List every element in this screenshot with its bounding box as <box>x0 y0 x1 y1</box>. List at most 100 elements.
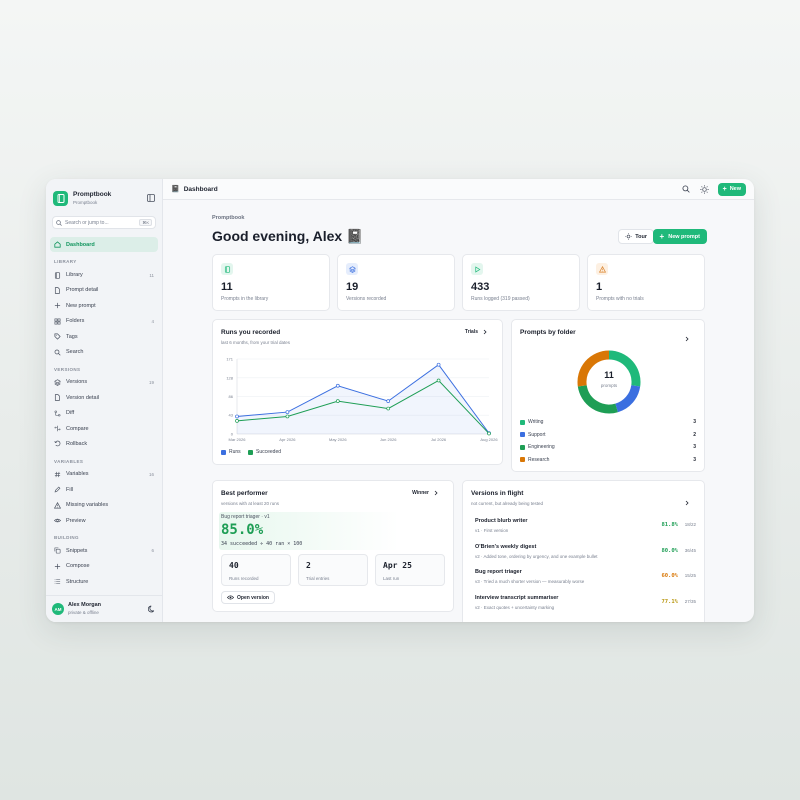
sidebar-item-label: Missing variables <box>66 502 109 509</box>
search-shortcut: ⌘K <box>139 219 152 226</box>
data-point-runs <box>335 383 340 388</box>
nav-section-building: BUILDING <box>54 535 79 541</box>
legend-swatch <box>520 444 525 450</box>
chevron-right-icon[interactable] <box>684 493 690 511</box>
legend-swatch <box>221 449 226 455</box>
donut-slice-support[interactable] <box>615 384 641 413</box>
donut-slice-engineering[interactable] <box>577 384 618 414</box>
y-tick-label: 86 <box>229 394 234 399</box>
y-tick-label: 43 <box>229 413 234 418</box>
version-title: Interview transcript summariser <box>475 594 559 601</box>
user-panel[interactable]: AM Alex Morgan private & offline <box>46 595 162 622</box>
flight-card-title: Versions in flight <box>471 490 524 497</box>
sidebar-item-label: Rollback <box>66 440 88 447</box>
sidebar-item-variables[interactable]: Variables 16 <box>50 467 158 482</box>
sidebar-item-search[interactable]: Search <box>50 344 158 359</box>
sidebar-item-label: Preview <box>66 517 86 524</box>
new-button[interactable]: + New <box>717 182 746 196</box>
warning-icon <box>596 263 608 275</box>
sidebar-item-diff[interactable]: Diff <box>50 406 158 421</box>
sidebar-item-label: Compose <box>66 563 90 570</box>
rollback-icon <box>54 440 61 447</box>
sidebar-item-folders[interactable]: Folders 4 <box>50 314 158 329</box>
sidebar-search-input[interactable]: Search or jump to... ⌘K <box>52 216 156 229</box>
legend-swatch <box>248 449 253 455</box>
sidebar-item-label: Compare <box>66 425 89 432</box>
mini-value: 2 <box>306 561 311 570</box>
sidebar-item-new-prompt[interactable]: New prompt <box>50 298 158 313</box>
best-card-title: Best performer <box>221 490 268 497</box>
page-crumb: Dashboard <box>183 185 218 193</box>
mini-label: Runs recorded <box>229 576 259 581</box>
sidebar-item-label: Tags <box>66 333 78 340</box>
sidebar-item-label: Version detail <box>66 394 100 401</box>
folder-row-research[interactable]: Research 3 <box>520 457 696 463</box>
sidebar-item-structure[interactable]: Structure <box>50 574 158 589</box>
version-row[interactable]: Bug report triager v3 · Tried a much shor… <box>475 569 696 593</box>
sidebar-item-count: 4 <box>151 318 154 324</box>
mini-value: Apr 25 <box>383 561 412 570</box>
version-fraction: 27/35 <box>684 598 696 604</box>
sun-icon[interactable] <box>698 182 712 196</box>
folders-card: Prompts by folder 11 prompts Writing 3 Sup… <box>511 319 705 472</box>
open-version-button[interactable]: Open version <box>221 591 275 604</box>
sidebar-item-versions[interactable]: Versions 19 <box>50 375 158 390</box>
sidebar-item-label: Prompt detail <box>66 287 99 294</box>
sidebar-item-prompt-detail[interactable]: Prompt detail <box>50 283 158 298</box>
stat-card[interactable]: 11 Prompts in the library <box>212 254 330 311</box>
stat-label: Prompts with no trials <box>596 296 644 302</box>
flight-card-subtitle: not current, but already being tested <box>471 501 544 506</box>
search-icon <box>54 349 61 356</box>
stat-card[interactable]: 19 Versions recorded <box>337 254 455 311</box>
sidebar-item-compare[interactable]: Compare <box>50 421 158 436</box>
folder-row-writing[interactable]: Writing 3 <box>520 419 696 425</box>
version-row[interactable]: O'Brien's weekly digest v2 · Added tone, … <box>475 544 696 568</box>
search-icon <box>56 219 62 226</box>
stat-value: 433 <box>471 281 490 293</box>
folder-row-engineering[interactable]: Engineering 3 <box>520 444 696 450</box>
winner-link[interactable]: Winner <box>412 490 439 496</box>
stat-card[interactable]: 433 Runs logged (319 passed) <box>462 254 580 311</box>
version-percent: 77.1% <box>661 598 678 605</box>
mini-value: 40 <box>229 561 239 570</box>
layers-icon <box>346 263 358 275</box>
x-tick-label: Aug 2026 <box>480 437 498 442</box>
sidebar-toggle-icon[interactable] <box>146 193 156 203</box>
sidebar-item-dashboard[interactable]: Dashboard <box>50 237 158 253</box>
data-point-succeeded <box>436 378 441 383</box>
sidebar-item-snippets[interactable]: Snippets 6 <box>50 543 158 558</box>
sun-icon <box>625 233 632 240</box>
nav-section-versions: VERSIONS <box>54 366 81 372</box>
version-row[interactable]: Product blurb writer v1 · First version 81… <box>475 518 696 542</box>
eye-icon <box>54 517 61 524</box>
sidebar-item-compose[interactable]: Compose <box>50 559 158 574</box>
version-row[interactable]: Interview transcript summariser v2 · Exac… <box>475 595 696 619</box>
sidebar-item-count: 16 <box>148 471 154 477</box>
folder-row-support[interactable]: Support 2 <box>520 432 696 438</box>
versions-in-flight-card: Versions in flight not current, but alre… <box>462 480 705 622</box>
new-prompt-button[interactable]: + New prompt <box>652 229 707 244</box>
sidebar-item-fill[interactable]: Fill <box>50 482 158 497</box>
sidebar-item-tags[interactable]: Tags <box>50 329 158 344</box>
data-point-succeeded <box>235 418 239 423</box>
best-card-subtitle: versions with at least 20 runs <box>221 501 280 506</box>
search-icon[interactable] <box>679 182 693 196</box>
stat-card[interactable]: 1 Prompts with no trials <box>587 254 705 311</box>
sidebar-item-version-detail[interactable]: Version detail <box>50 390 158 405</box>
sidebar-item-library[interactable]: Library 11 <box>50 267 158 282</box>
version-subtitle: v3 · Tried a much shorter version — meas… <box>475 579 585 584</box>
best-mini-stat: Apr 25 Last run <box>375 554 445 586</box>
version-percent: 81.8% <box>661 522 678 528</box>
best-detail: 34 succeeded ÷ 40 ran × 100 <box>221 541 303 547</box>
sidebar-item-missing-variables[interactable]: Missing variables <box>50 497 158 512</box>
moon-icon[interactable] <box>147 600 156 618</box>
runs-area <box>237 364 489 434</box>
topbar: 📓 Dashboard + New <box>163 179 754 200</box>
sidebar-item-rollback[interactable]: Rollback <box>50 436 158 451</box>
search-placeholder: Search or jump to... <box>65 219 109 226</box>
compare-icon <box>54 425 61 432</box>
version-subtitle: v2 · Added tone, ordering by urgency, an… <box>475 553 598 559</box>
tour-button[interactable]: Tour <box>618 229 654 244</box>
sidebar-item-preview[interactable]: Preview <box>50 513 158 528</box>
best-mini-stat: 40 Runs recorded <box>221 554 291 586</box>
